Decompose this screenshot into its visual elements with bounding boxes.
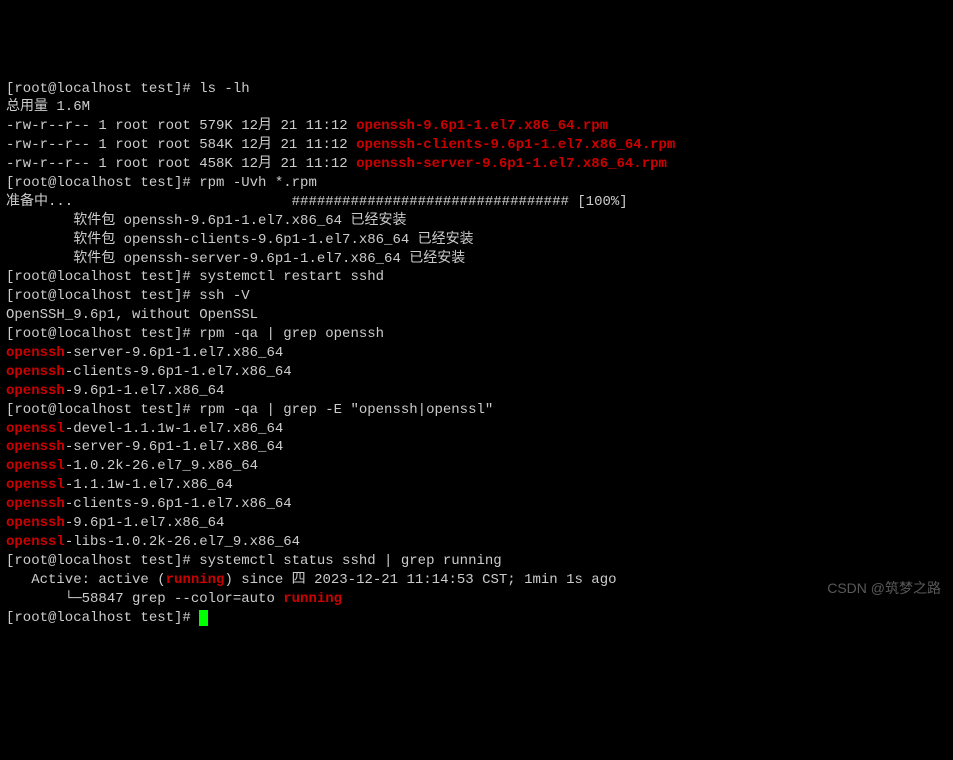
rpm-file: openssh-9.6p1-1.el7.x86_64.rpm	[356, 118, 608, 134]
cmd-rpm-install[interactable]: [root@localhost test]# rpm -Uvh *.rpm	[6, 174, 947, 193]
status-running: running	[283, 591, 342, 607]
ssh-version: OpenSSH_9.6p1, without OpenSSL	[6, 306, 947, 325]
cmd-sshv[interactable]: [root@localhost test]# ssh -V	[6, 287, 947, 306]
terminal-output[interactable]: [root@localhost test]# ls -lh总用量 1.6M-rw…	[6, 80, 947, 628]
status-active: Active: active (running) since 四 2023-12…	[6, 571, 947, 590]
cmd-restart[interactable]: [root@localhost test]# systemctl restart…	[6, 268, 947, 287]
grep-highlight: openssh	[6, 383, 65, 399]
grep-openssh-0: openssh-server-9.6p1-1.el7.x86_64	[6, 344, 947, 363]
cmd-rpmqa2[interactable]: [root@localhost test]# rpm -qa | grep -E…	[6, 401, 947, 420]
grep-both-3: openssl-1.1.1w-1.el7.x86_64	[6, 476, 947, 495]
grep-both-6: openssl-libs-1.0.2k-26.el7_9.x86_64	[6, 533, 947, 552]
grep-highlight: openssl	[6, 421, 65, 437]
rpm-installed-0: 软件包 openssh-9.6p1-1.el7.x86_64 已经安装	[6, 212, 947, 231]
grep-highlight: openssl	[6, 477, 65, 493]
ls-row-2: -rw-r--r-- 1 root root 458K 12月 21 11:12…	[6, 155, 947, 174]
ls-total: 总用量 1.6M	[6, 98, 947, 117]
ls-row-0: -rw-r--r-- 1 root root 579K 12月 21 11:12…	[6, 117, 947, 136]
grep-highlight: openssh	[6, 496, 65, 512]
grep-openssh-2: openssh-9.6p1-1.el7.x86_64	[6, 382, 947, 401]
rpm-file: openssh-server-9.6p1-1.el7.x86_64.rpm	[356, 156, 667, 172]
rpm-installed-1: 软件包 openssh-clients-9.6p1-1.el7.x86_64 已…	[6, 231, 947, 250]
rpm-file: openssh-clients-9.6p1-1.el7.x86_64.rpm	[356, 137, 675, 153]
watermark-text: CSDN @筑梦之路	[827, 579, 941, 598]
grep-highlight: openssh	[6, 439, 65, 455]
cmd-status[interactable]: [root@localhost test]# systemctl status …	[6, 552, 947, 571]
rpm-installed-2: 软件包 openssh-server-9.6p1-1.el7.x86_64 已经…	[6, 250, 947, 269]
grep-highlight: openssl	[6, 458, 65, 474]
grep-both-5: openssh-9.6p1-1.el7.x86_64	[6, 514, 947, 533]
grep-highlight: openssh	[6, 515, 65, 531]
ls-row-1: -rw-r--r-- 1 root root 584K 12月 21 11:12…	[6, 136, 947, 155]
grep-both-2: openssl-1.0.2k-26.el7_9.x86_64	[6, 457, 947, 476]
status-grep: └─58847 grep --color=auto running	[6, 590, 947, 609]
grep-both-1: openssh-server-9.6p1-1.el7.x86_64	[6, 438, 947, 457]
rpm-prep: 准备中... #################################…	[6, 193, 947, 212]
grep-both-0: openssl-devel-1.1.1w-1.el7.x86_64	[6, 420, 947, 439]
cursor[interactable]	[199, 610, 208, 626]
prompt-current[interactable]: [root@localhost test]#	[6, 609, 947, 628]
grep-openssh-1: openssh-clients-9.6p1-1.el7.x86_64	[6, 363, 947, 382]
status-running: running	[166, 572, 225, 588]
grep-both-4: openssh-clients-9.6p1-1.el7.x86_64	[6, 495, 947, 514]
grep-highlight: openssh	[6, 345, 65, 361]
cmd-rpmqa1[interactable]: [root@localhost test]# rpm -qa | grep op…	[6, 325, 947, 344]
grep-highlight: openssh	[6, 364, 65, 380]
cmd-ls[interactable]: [root@localhost test]# ls -lh	[6, 80, 947, 99]
grep-highlight: openssl	[6, 534, 65, 550]
